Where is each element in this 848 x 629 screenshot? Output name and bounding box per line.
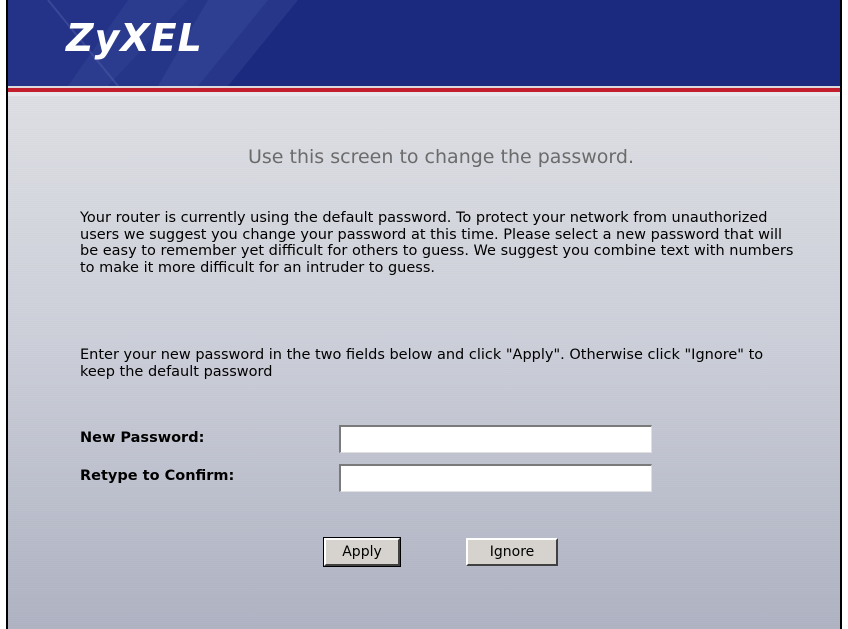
intro-text: Your router is currently using the defau… — [80, 210, 794, 276]
header-banner: ZyXEL — [8, 0, 840, 86]
zyxel-logo: ZyXEL — [66, 16, 203, 60]
header-accent-band — [8, 86, 840, 96]
page-title: Use this screen to change the password. — [248, 146, 634, 168]
apply-button[interactable]: Apply — [323, 537, 401, 567]
confirm-password-label: Retype to Confirm: — [80, 468, 235, 484]
new-password-field[interactable] — [339, 425, 652, 453]
new-password-label: New Password: — [80, 430, 205, 446]
confirm-password-field[interactable] — [339, 464, 652, 492]
ignore-button[interactable]: Ignore — [466, 538, 558, 566]
instructions-text: Enter your new password in the two field… — [80, 347, 764, 380]
page-frame: ZyXEL Use this screen to change the pass… — [6, 0, 842, 629]
